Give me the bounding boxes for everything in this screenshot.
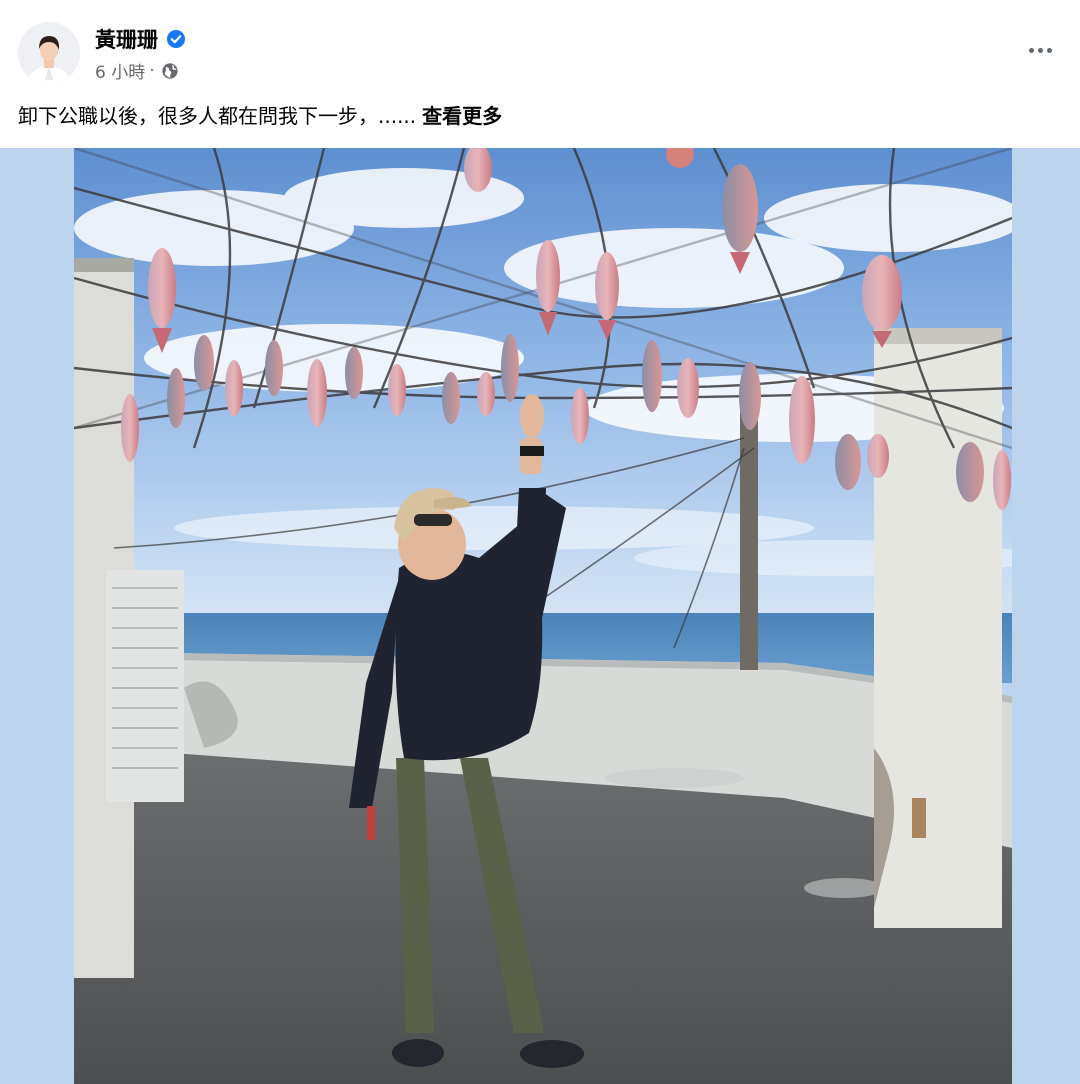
post-timestamp[interactable]: 6 小時 (95, 58, 145, 83)
photo-container (0, 148, 1080, 1084)
more-options-button[interactable] (1022, 38, 1058, 62)
verified-badge-icon (167, 30, 185, 48)
author-avatar[interactable] (18, 22, 80, 84)
see-more-link[interactable]: 查看更多 (422, 104, 502, 128)
facebook-post: 黃珊珊 6 小時 · 卸下公職以後，很多人都在問我下一步，...... 查看更多 (0, 0, 1080, 1084)
more-options-icon (1028, 47, 1034, 53)
author-name-row: 黃珊珊 (95, 24, 186, 54)
meta-separator: · (149, 60, 155, 81)
post-caption: 卸下公職以後，很多人都在問我下一步，...... 查看更多 (18, 100, 502, 129)
post-meta: 6 小時 · (95, 58, 179, 83)
globe-icon (162, 62, 178, 79)
caption-text: 卸下公職以後，很多人都在問我下一步，...... (18, 104, 417, 128)
post-photo[interactable] (74, 148, 1012, 1084)
post-header: 黃珊珊 6 小時 · 卸下公職以後，很多人都在問我下一步，...... 查看更多 (0, 0, 1080, 148)
author-name[interactable]: 黃珊珊 (95, 24, 158, 54)
